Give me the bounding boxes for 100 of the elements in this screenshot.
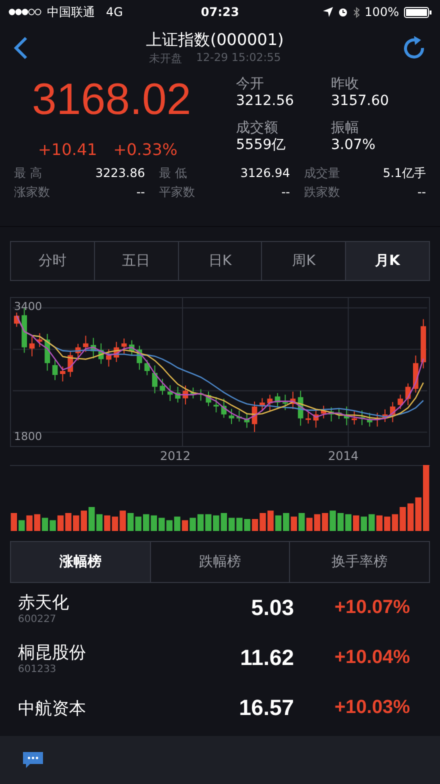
stat-value: 3.07% bbox=[331, 136, 376, 154]
candlestick bbox=[244, 412, 250, 428]
candlestick bbox=[121, 338, 127, 354]
candlestick bbox=[198, 388, 204, 402]
detail-value: 5.1亿手 bbox=[382, 165, 426, 182]
candlestick bbox=[236, 410, 242, 422]
battery-percent: 100% bbox=[364, 5, 399, 19]
detail-label: 最 低 bbox=[159, 165, 187, 182]
candlestick bbox=[228, 408, 234, 425]
stock-change: +10.07% bbox=[333, 597, 411, 619]
index-price: 3168.02 bbox=[31, 76, 192, 124]
detail-value: 3126.94 bbox=[240, 165, 290, 182]
axis-label: 2014 bbox=[328, 449, 359, 463]
stat-value: 3157.60 bbox=[331, 93, 390, 110]
candlestick bbox=[398, 394, 404, 410]
candlestick bbox=[190, 387, 196, 399]
ranking-tab[interactable]: 涨幅榜 bbox=[11, 542, 150, 582]
candlestick bbox=[313, 408, 319, 428]
stat-value: 5559亿 bbox=[236, 136, 287, 154]
stat-value: 3212.56 bbox=[236, 93, 295, 110]
candlestick bbox=[382, 408, 388, 422]
candlestick bbox=[320, 405, 326, 419]
candlestick bbox=[36, 332, 42, 348]
candlestick bbox=[260, 398, 265, 412]
battery-icon bbox=[404, 6, 432, 18]
detail-value: -- bbox=[417, 184, 426, 201]
network-type: 4G bbox=[106, 5, 123, 19]
candlestick bbox=[290, 391, 296, 410]
stat-label: 今开 bbox=[236, 76, 265, 93]
stock-price: 11.62 bbox=[239, 645, 294, 671]
period-tab[interactable]: 月K bbox=[345, 242, 429, 280]
candlestick bbox=[374, 412, 380, 428]
carrier-name: 中国联通 bbox=[47, 4, 95, 20]
candlestick bbox=[413, 355, 418, 394]
candlestick bbox=[167, 384, 173, 402]
candlestick bbox=[160, 378, 166, 396]
candlestick bbox=[60, 366, 66, 382]
candlestick bbox=[336, 408, 342, 420]
candlestick bbox=[282, 394, 288, 411]
candlestick bbox=[52, 359, 58, 381]
candlestick bbox=[366, 412, 372, 428]
candlestick bbox=[68, 350, 74, 378]
detail-label: 跌家数 bbox=[304, 184, 340, 201]
chat-button[interactable] bbox=[20, 749, 46, 771]
stock-name[interactable]: 桐昆股份 bbox=[18, 641, 158, 664]
candlestick bbox=[221, 398, 227, 418]
candlestick bbox=[306, 412, 311, 424]
candlestick bbox=[213, 396, 219, 413]
stock-change: +10.03% bbox=[333, 697, 411, 719]
detail-value: 3223.86 bbox=[95, 165, 145, 182]
candlestick bbox=[274, 392, 280, 408]
back-button[interactable] bbox=[12, 34, 30, 62]
market-state: 未开盘 bbox=[149, 51, 182, 66]
detail-value: -- bbox=[281, 184, 290, 201]
price-change: +10.41 bbox=[38, 140, 98, 159]
candlestick bbox=[182, 385, 188, 405]
candlestick bbox=[83, 335, 88, 352]
volume-bar bbox=[10, 513, 17, 531]
detail-label: 成交量 bbox=[304, 165, 340, 182]
candlestick bbox=[90, 337, 96, 359]
candlestick bbox=[390, 402, 396, 423]
candlestick bbox=[344, 406, 350, 426]
candlestick bbox=[114, 341, 120, 362]
candlestick bbox=[359, 410, 365, 426]
candlestick bbox=[152, 365, 158, 394]
candlestick bbox=[129, 340, 134, 356]
stock-code: 601233 bbox=[18, 664, 58, 675]
candlestick bbox=[29, 336, 35, 357]
stat-label: 成交额 bbox=[236, 120, 279, 136]
candlestick bbox=[352, 410, 357, 426]
bluetooth-icon bbox=[352, 6, 360, 18]
candlestick bbox=[328, 406, 334, 422]
candlestick bbox=[44, 333, 50, 372]
timestamp: 12-29 15:02:55 bbox=[196, 51, 281, 66]
candlestick bbox=[420, 318, 426, 369]
index-title: 上证指数(000001) bbox=[146, 30, 284, 51]
candlestick bbox=[106, 348, 112, 368]
stat-label: 振幅 bbox=[331, 120, 360, 136]
detail-label: 最 高 bbox=[14, 165, 42, 182]
stock-name[interactable]: 中航资本 bbox=[18, 696, 158, 720]
location-icon bbox=[322, 7, 333, 17]
detail-value: -- bbox=[136, 184, 145, 201]
clock: 07:23 bbox=[200, 5, 240, 19]
stock-code: 600227 bbox=[18, 614, 58, 625]
axis-label: 1800 bbox=[14, 430, 42, 443]
axis-label: 2012 bbox=[160, 449, 191, 463]
candlestick bbox=[75, 343, 81, 361]
detail-label: 平家数 bbox=[159, 184, 195, 201]
stock-price: 16.57 bbox=[238, 695, 294, 721]
stock-price: 5.03 bbox=[250, 595, 294, 621]
candlestick bbox=[136, 345, 142, 370]
stock-change: +10.04% bbox=[333, 647, 411, 669]
detail-label: 涨家数 bbox=[14, 184, 50, 201]
candlestick bbox=[98, 342, 104, 364]
candlestick bbox=[175, 386, 180, 403]
percent-change: +0.33% bbox=[113, 140, 178, 159]
stock-name[interactable]: 赤天化 bbox=[18, 591, 158, 614]
volume-bar bbox=[423, 465, 430, 531]
candlestick bbox=[206, 391, 212, 407]
candlestick bbox=[405, 382, 411, 406]
